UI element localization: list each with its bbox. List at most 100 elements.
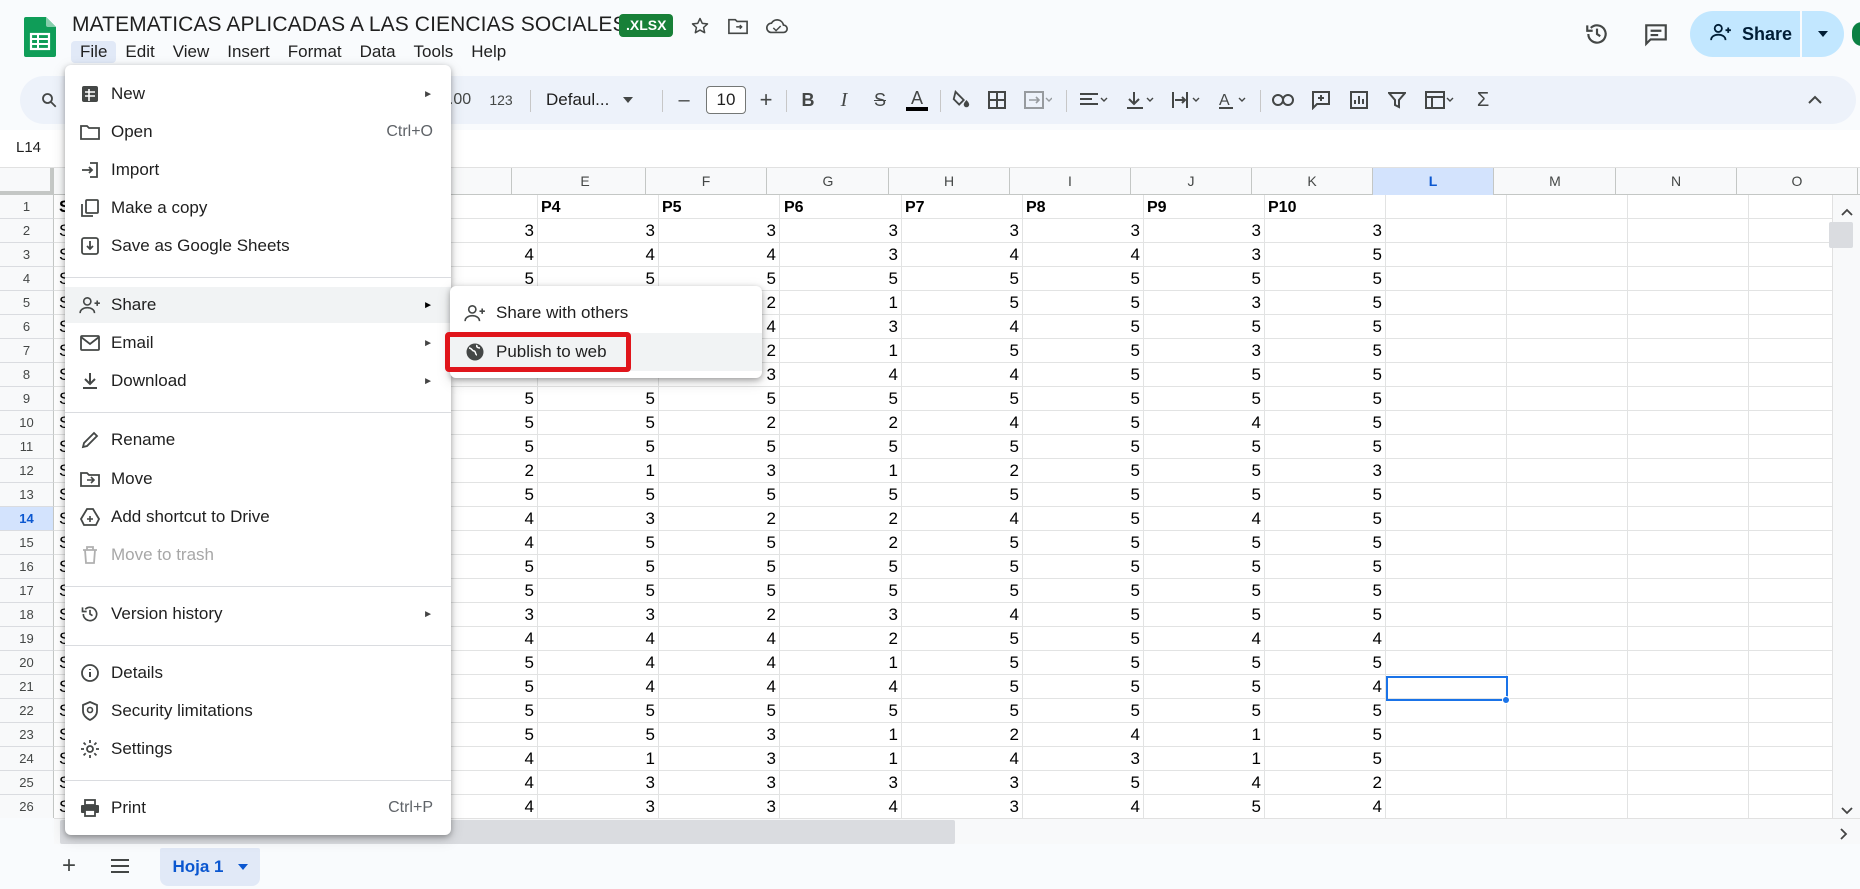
cell[interactable]: 3 — [781, 603, 902, 627]
cell[interactable] — [1628, 339, 1749, 363]
cell[interactable] — [1507, 435, 1628, 459]
cell[interactable] — [1628, 267, 1749, 291]
cloud-saved-icon[interactable] — [765, 14, 789, 38]
text-color-icon[interactable]: A — [902, 76, 932, 124]
cell[interactable]: 5 — [659, 699, 780, 723]
cell[interactable]: 5 — [1265, 699, 1386, 723]
decrease-font-size-button[interactable]: – — [670, 76, 698, 124]
cell[interactable]: 4 — [1144, 627, 1265, 651]
cell[interactable]: P6 — [781, 195, 902, 219]
row-header-19[interactable]: 19 — [0, 627, 54, 651]
cell[interactable] — [1628, 723, 1749, 747]
cell[interactable]: 5 — [902, 483, 1023, 507]
strikethrough-icon[interactable]: S — [866, 76, 894, 124]
share-dropdown-button[interactable] — [1802, 11, 1844, 57]
cell[interactable]: 5 — [1265, 315, 1386, 339]
number-format-button[interactable]: 123 — [482, 76, 520, 124]
cell[interactable] — [1507, 243, 1628, 267]
cell[interactable]: 1 — [781, 339, 902, 363]
cell[interactable]: 5 — [1023, 483, 1144, 507]
cell[interactable]: 4 — [902, 411, 1023, 435]
cell[interactable]: 5 — [538, 579, 659, 603]
cell[interactable]: 1 — [781, 459, 902, 483]
cell[interactable]: 4 — [1144, 771, 1265, 795]
cell[interactable]: 5 — [1023, 603, 1144, 627]
cell[interactable]: 2 — [902, 723, 1023, 747]
cell[interactable] — [1507, 627, 1628, 651]
cell[interactable] — [1386, 603, 1507, 627]
cell[interactable]: 5 — [781, 579, 902, 603]
cell[interactable]: 5 — [902, 651, 1023, 675]
column-header-l[interactable]: L — [1373, 168, 1494, 195]
cell[interactable]: 4 — [1265, 627, 1386, 651]
select-all-corner[interactable] — [0, 168, 54, 195]
version-history-icon[interactable] — [1581, 18, 1613, 50]
filter-views-icon[interactable] — [1420, 76, 1460, 124]
sheet-tab-hoja-1[interactable]: Hoja 1 — [160, 848, 260, 886]
cell[interactable]: 5 — [902, 339, 1023, 363]
cell[interactable]: 5 — [1265, 483, 1386, 507]
cell[interactable]: 5 — [1023, 651, 1144, 675]
merge-cells-icon[interactable] — [1018, 76, 1058, 124]
cell[interactable]: 4 — [781, 795, 902, 818]
vertical-align-icon[interactable] — [1120, 76, 1160, 124]
horizontal-align-icon[interactable] — [1074, 76, 1114, 124]
cell[interactable] — [1386, 267, 1507, 291]
cell[interactable]: 5 — [1265, 435, 1386, 459]
cell[interactable]: 3 — [659, 771, 780, 795]
row-header-22[interactable]: 22 — [0, 699, 54, 723]
cell[interactable]: 5 — [538, 435, 659, 459]
cell[interactable]: 1 — [781, 651, 902, 675]
column-header-o[interactable]: O — [1737, 168, 1858, 195]
row-header-14[interactable]: 14 — [0, 507, 54, 531]
comments-icon[interactable] — [1640, 18, 1672, 50]
cell[interactable]: 5 — [902, 267, 1023, 291]
cell[interactable]: 4 — [1265, 795, 1386, 818]
cell[interactable]: 3 — [902, 771, 1023, 795]
row-header-24[interactable]: 24 — [0, 747, 54, 771]
cell[interactable] — [1507, 531, 1628, 555]
cell[interactable]: 5 — [1023, 579, 1144, 603]
cell[interactable]: 3 — [781, 771, 902, 795]
font-family-select[interactable]: Defaul... — [538, 76, 654, 124]
cell[interactable]: 4 — [538, 627, 659, 651]
cell[interactable] — [1386, 195, 1507, 219]
cell[interactable]: 5 — [1265, 507, 1386, 531]
cell[interactable] — [1507, 507, 1628, 531]
cell[interactable]: 5 — [902, 291, 1023, 315]
cell[interactable]: 5 — [1023, 387, 1144, 411]
cell[interactable] — [1628, 579, 1749, 603]
cell[interactable]: 3 — [1023, 219, 1144, 243]
cell[interactable]: 5 — [902, 675, 1023, 699]
cell[interactable]: 5 — [538, 531, 659, 555]
cell[interactable]: 5 — [1144, 651, 1265, 675]
cell[interactable]: P5 — [659, 195, 780, 219]
cell[interactable]: 5 — [1265, 651, 1386, 675]
cell[interactable] — [1507, 555, 1628, 579]
cell[interactable]: 5 — [1023, 339, 1144, 363]
row-header-5[interactable]: 5 — [0, 291, 54, 315]
cell[interactable]: 5 — [1023, 675, 1144, 699]
column-header-n[interactable]: N — [1616, 168, 1737, 195]
share-submenu-item-publish-to-web[interactable]: Publish to web — [450, 333, 762, 371]
cell[interactable] — [1628, 483, 1749, 507]
cell[interactable]: 5 — [1265, 291, 1386, 315]
row-header-11[interactable]: 11 — [0, 435, 54, 459]
cell[interactable]: P9 — [1144, 195, 1265, 219]
cell[interactable]: 5 — [659, 435, 780, 459]
share-submenu-item-share-with-others[interactable]: Share with others — [450, 294, 762, 332]
cell[interactable]: 4 — [902, 507, 1023, 531]
cell[interactable] — [1386, 723, 1507, 747]
cell[interactable]: 3 — [538, 219, 659, 243]
cell[interactable]: 3 — [1023, 747, 1144, 771]
file-menu-item-move[interactable]: Move — [65, 461, 451, 497]
cell[interactable]: 4 — [659, 627, 780, 651]
cell[interactable]: 3 — [538, 795, 659, 818]
cell[interactable]: 5 — [1023, 507, 1144, 531]
cell[interactable] — [1628, 555, 1749, 579]
italic-icon[interactable]: I — [830, 76, 858, 124]
cell[interactable] — [1507, 291, 1628, 315]
cell[interactable]: 5 — [1265, 603, 1386, 627]
row-header-6[interactable]: 6 — [0, 315, 54, 339]
cell[interactable]: 5 — [1265, 531, 1386, 555]
